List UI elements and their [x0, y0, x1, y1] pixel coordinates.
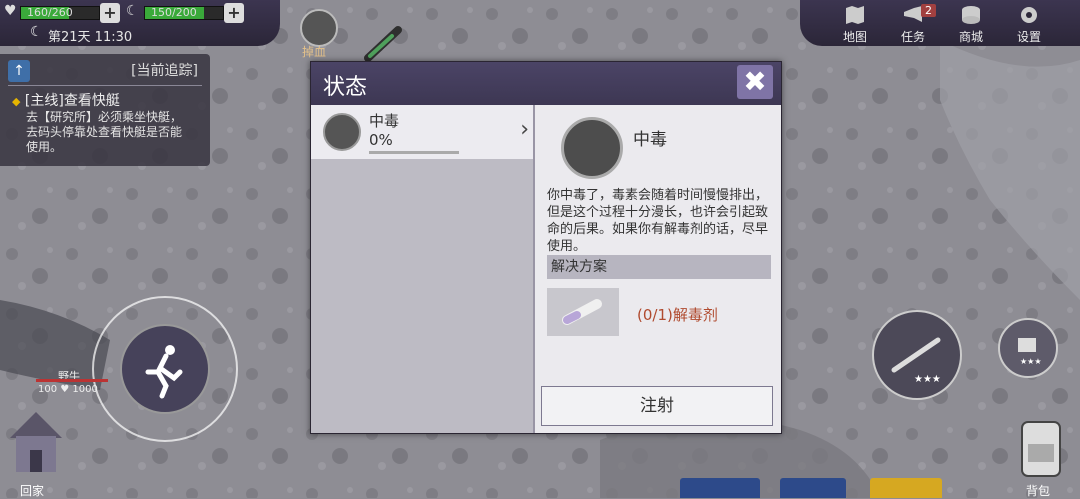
tasks-badge: 2 — [921, 4, 936, 17]
poison-detail-icon — [561, 117, 623, 179]
status-item-poison[interactable]: 中毒 0% › — [311, 105, 533, 159]
menu-shop-button[interactable]: 商城 — [946, 4, 996, 45]
dialog-header: 状态 ✖ — [311, 62, 781, 105]
inject-button[interactable]: 注射 — [541, 386, 773, 426]
top-menu: 地图 任务 2 商城 设置 — [800, 0, 1080, 46]
player-stats-bar: ♥ 160/260 + ☾ 150/200 + ☾ 第21天 11:30 — [0, 0, 280, 46]
add-health-button[interactable]: + — [100, 3, 120, 23]
quest-tracker[interactable]: ↑ [当前追踪] ◆ [主线]查看快艇 去【研究所】必须乘坐快艇， 去码头停靠处… — [0, 54, 210, 166]
bag-button[interactable]: 背包 — [1026, 482, 1050, 499]
syringe-icon[interactable] — [362, 24, 406, 64]
moon-icon: ☾ — [30, 24, 43, 40]
stamina-icon: ☾ — [126, 3, 139, 19]
status-progress-bar — [369, 151, 459, 154]
enemy-stats: 100 ♥ 1000 — [38, 384, 98, 395]
status-detail: 中毒 你中毒了，毒素会随着时间慢慢排出，但是这个过程十分漫长，也许会引起致命的后… — [535, 105, 781, 433]
boots-stars: ★★★ — [1020, 357, 1042, 366]
quick-slot-3[interactable] — [870, 478, 942, 498]
rifle-icon: ★★★ — [891, 337, 941, 385]
poison-status-icon — [323, 113, 361, 151]
quest-description: 去【研究所】必须乘坐快艇， 去码头停靠处查看快艇是否能 使用。 — [26, 110, 183, 154]
quest-title: ◆ [主线]查看快艇 — [12, 93, 120, 109]
backpack-icon[interactable] — [1014, 408, 1068, 480]
antidote-count-label: (0/1)解毒剂 — [637, 306, 718, 324]
status-percent: 0% — [369, 131, 393, 149]
running-man-icon — [145, 345, 183, 399]
close-button[interactable]: ✖ — [737, 65, 773, 99]
detail-description: 你中毒了，毒素会随着时间慢慢排出，但是这个过程十分漫长，也许会引起致命的后果。如… — [547, 188, 769, 254]
heart-icon: ♥ — [4, 3, 17, 19]
quick-slot-2[interactable] — [780, 478, 846, 498]
home-icon[interactable] — [6, 404, 64, 482]
collapse-tracker-button[interactable]: ↑ — [8, 60, 30, 82]
day-time-label: 第21天 11:30 — [48, 30, 133, 45]
health-value: 160/260 — [27, 6, 73, 19]
menu-tasks-button[interactable]: 任务 2 — [888, 4, 938, 45]
status-dialog: 状态 ✖ 中毒 0% › 中毒 你中毒了，毒素会随着时间慢慢排出，但是这个过程十… — [310, 61, 782, 434]
add-stamina-button[interactable]: + — [224, 3, 244, 23]
chevron-right-icon: › — [520, 117, 529, 142]
boots-icon: ★★★ — [1018, 338, 1042, 366]
map-icon — [846, 6, 864, 24]
weapon-stars: ★★★ — [914, 374, 941, 385]
stamina-meter: 150/200 — [144, 4, 224, 22]
stamina-value: 150/200 — [151, 6, 197, 19]
secondary-weapon-button[interactable]: ★★★ — [998, 318, 1058, 378]
sprint-button[interactable] — [120, 324, 210, 414]
tracker-divider — [8, 85, 202, 86]
home-button[interactable]: 回家 — [20, 482, 44, 499]
antidote-item-slot[interactable] — [547, 288, 619, 336]
detail-name: 中毒 — [633, 130, 667, 150]
primary-weapon-button[interactable]: ★★★ — [872, 310, 962, 400]
dialog-title: 状态 — [323, 75, 368, 100]
map-marker-label: 掉血 — [302, 45, 327, 59]
menu-map-button[interactable]: 地图 — [830, 4, 880, 45]
menu-settings-button[interactable]: 设置 — [1004, 4, 1054, 45]
gear-icon — [1021, 7, 1037, 23]
quest-icon: ◆ — [12, 95, 21, 108]
health-meter: 160/260 — [20, 4, 100, 22]
antidote-vial-icon — [562, 299, 602, 325]
status-list: 中毒 0% › — [311, 105, 533, 433]
map-marker-icon[interactable] — [300, 9, 338, 47]
enemy-health-bar — [36, 379, 108, 382]
tracker-header: [当前追踪] — [131, 63, 198, 79]
quick-slot-1[interactable] — [680, 478, 760, 498]
status-name: 中毒 — [369, 112, 400, 130]
solution-header: 解决方案 — [547, 255, 771, 279]
coins-icon — [962, 6, 980, 24]
